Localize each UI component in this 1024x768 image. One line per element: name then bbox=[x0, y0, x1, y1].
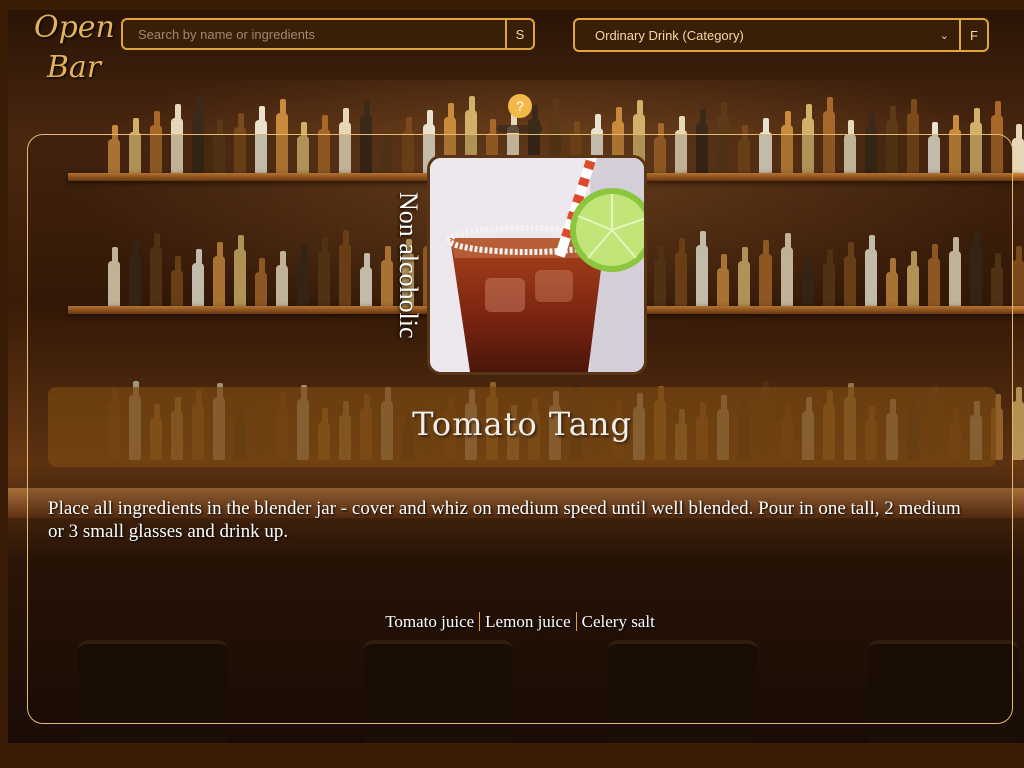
drink-instructions: Place all ingredients in the blender jar… bbox=[48, 498, 961, 542]
filter-button[interactable]: F bbox=[959, 20, 987, 50]
drink-title: Tomato Tang bbox=[412, 405, 632, 443]
drink-image bbox=[427, 155, 647, 375]
ingredient-item[interactable]: Lemon juice bbox=[479, 612, 576, 631]
logo-line-2: Bar bbox=[46, 50, 102, 85]
logo-line-1: Open bbox=[34, 10, 115, 45]
search-input[interactable] bbox=[123, 20, 505, 48]
logo[interactable]: Open Bar bbox=[34, 8, 115, 88]
search-button[interactable]: S bbox=[505, 20, 533, 48]
bottle bbox=[1011, 387, 1024, 460]
alcoholic-label: Non alcoholic bbox=[394, 191, 423, 339]
bottle bbox=[1011, 124, 1024, 175]
category-filter: Ordinary Drink (Category) ⌄ F bbox=[573, 18, 989, 52]
ingredient-list: Tomato juice Lemon juice Celery salt bbox=[48, 612, 992, 632]
category-selected-value: Ordinary Drink (Category) bbox=[595, 27, 744, 43]
bottle bbox=[1011, 246, 1024, 308]
drink-photo bbox=[430, 158, 644, 372]
search-bar: S bbox=[121, 18, 535, 50]
ingredient-item[interactable]: Tomato juice bbox=[380, 612, 479, 631]
ingredient-item[interactable]: Celery salt bbox=[575, 612, 660, 631]
category-select[interactable]: Ordinary Drink (Category) ⌄ bbox=[575, 20, 959, 50]
help-tooltip-bar bbox=[497, 125, 543, 133]
help-button[interactable]: ? bbox=[508, 94, 532, 118]
chevron-down-icon: ⌄ bbox=[939, 29, 949, 42]
